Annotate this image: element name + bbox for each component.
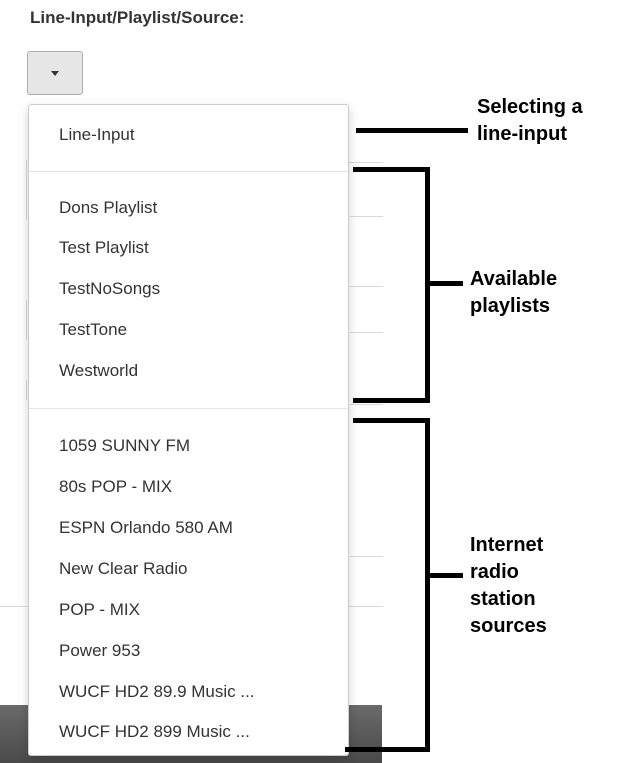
- background-divider: [350, 216, 383, 217]
- background-divider: [350, 404, 383, 405]
- annotation-line: Internet: [470, 534, 544, 556]
- caret-down-icon: [51, 70, 59, 76]
- menu-item-station[interactable]: 80s POP - MIX: [59, 477, 172, 497]
- annotation-line: station: [470, 588, 536, 610]
- background-divider: [26, 300, 27, 340]
- menu-item-playlist[interactable]: TestTone: [59, 320, 127, 340]
- menu-item-station[interactable]: ESPN Orlando 580 AM: [59, 518, 233, 538]
- menu-item-station[interactable]: WUCF HD2 899 Music ...: [59, 722, 250, 742]
- annotation-line: Selecting a: [477, 96, 583, 118]
- annotation-label: Selecting a line-input: [477, 94, 583, 148]
- source-dropdown-button[interactable]: [27, 51, 83, 95]
- annotation-label: Available playlists: [470, 266, 557, 320]
- bracket-side: [425, 418, 430, 752]
- menu-item-playlist[interactable]: Westworld: [59, 361, 138, 381]
- background-divider: [350, 556, 383, 557]
- menu-item-line-input[interactable]: Line-Input: [59, 125, 135, 145]
- bracket-top: [353, 167, 430, 172]
- background-divider: [350, 286, 383, 287]
- menu-divider: [29, 171, 348, 172]
- menu-item-playlist[interactable]: Dons Playlist: [59, 198, 157, 218]
- bracket-top: [353, 418, 430, 423]
- menu-item-station[interactable]: Power 953: [59, 641, 140, 661]
- annotation-line: sources: [470, 615, 547, 637]
- menu-divider: [29, 408, 348, 409]
- bracket-bottom: [345, 747, 430, 752]
- menu-item-playlist[interactable]: TestNoSongs: [59, 279, 160, 299]
- annotation-pointer: [356, 128, 468, 133]
- menu-item-playlist[interactable]: Test Playlist: [59, 238, 149, 258]
- background-divider: [26, 160, 27, 220]
- annotation-line: radio: [470, 561, 519, 583]
- bracket-bottom: [353, 398, 430, 403]
- annotation-line: Available: [470, 268, 558, 290]
- annotation-line: line-input: [477, 123, 567, 145]
- annotation-pointer: [429, 573, 463, 578]
- background-divider: [350, 332, 383, 333]
- source-dropdown-menu: Line-Input Dons Playlist Test Playlist T…: [28, 104, 349, 756]
- background-divider: [26, 380, 27, 400]
- field-label: Line-Input/Playlist/Source:: [30, 8, 245, 27]
- annotation-pointer: [429, 281, 463, 286]
- menu-item-station[interactable]: 1059 SUNNY FM: [59, 436, 190, 456]
- menu-item-station[interactable]: New Clear Radio: [59, 559, 188, 579]
- annotation-line: playlists: [470, 295, 551, 317]
- menu-item-station[interactable]: POP - MIX: [59, 600, 140, 620]
- menu-item-station[interactable]: WUCF HD2 89.9 Music ...: [59, 682, 255, 702]
- annotation-label: Internet radio station sources: [470, 532, 547, 640]
